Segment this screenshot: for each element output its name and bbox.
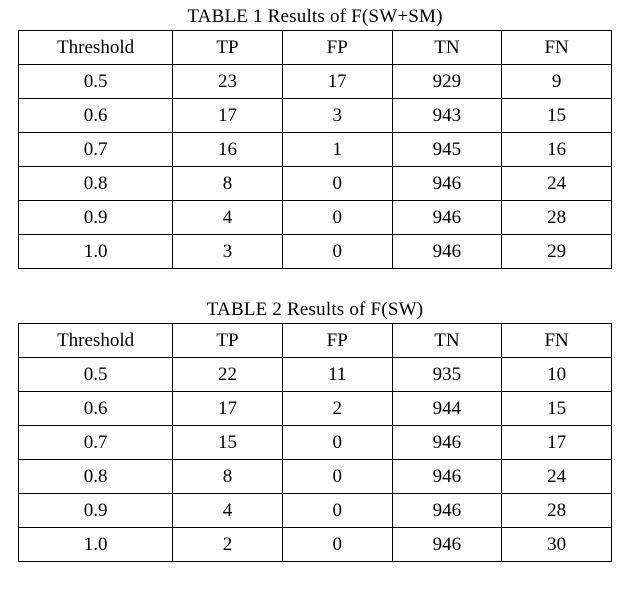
cell-fp: 0 [282,528,392,562]
table-row: 1.0 3 0 946 29 [19,235,612,269]
col-header-tn: TN [392,324,502,358]
col-header-fn: FN [502,324,612,358]
cell-fn: 28 [502,494,612,528]
cell-fn: 15 [502,99,612,133]
cell-tp: 4 [173,494,283,528]
cell-tp: 3 [173,235,283,269]
cell-threshold: 0.5 [19,65,173,99]
table-row: Threshold TP FP TN FN [19,324,612,358]
cell-tp: 15 [173,426,283,460]
cell-threshold: 1.0 [19,528,173,562]
cell-threshold: 0.8 [19,460,173,494]
cell-fp: 0 [282,235,392,269]
table-2: Threshold TP FP TN FN 0.5 22 11 935 10 0… [18,323,612,562]
cell-fn: 28 [502,201,612,235]
cell-fp: 2 [282,392,392,426]
cell-tn: 946 [392,426,502,460]
cell-tn: 946 [392,201,502,235]
col-header-tn: TN [392,31,502,65]
col-header-fp: FP [282,31,392,65]
cell-threshold: 0.6 [19,392,173,426]
cell-tp: 17 [173,392,283,426]
table-row: 0.6 17 3 943 15 [19,99,612,133]
table-row: 0.8 8 0 946 24 [19,167,612,201]
cell-tp: 16 [173,133,283,167]
col-header-tp: TP [173,324,283,358]
cell-fp: 0 [282,426,392,460]
cell-tn: 944 [392,392,502,426]
cell-fp: 1 [282,133,392,167]
cell-fn: 17 [502,426,612,460]
cell-fn: 24 [502,167,612,201]
cell-fp: 17 [282,65,392,99]
cell-threshold: 0.9 [19,201,173,235]
table-row: 0.9 4 0 946 28 [19,494,612,528]
cell-tp: 2 [173,528,283,562]
table-row: 1.0 2 0 946 30 [19,528,612,562]
cell-fp: 0 [282,460,392,494]
cell-threshold: 0.6 [19,99,173,133]
cell-fn: 24 [502,460,612,494]
cell-tp: 8 [173,460,283,494]
cell-tp: 8 [173,167,283,201]
cell-fp: 0 [282,201,392,235]
cell-threshold: 1.0 [19,235,173,269]
cell-tn: 945 [392,133,502,167]
table-row: Threshold TP FP TN FN [19,31,612,65]
cell-fn: 30 [502,528,612,562]
cell-fn: 10 [502,358,612,392]
col-header-fn: FN [502,31,612,65]
table-1-caption: TABLE 1 Results of F(SW+SM) [18,6,612,28]
table-row: 0.7 16 1 945 16 [19,133,612,167]
col-header-fp: FP [282,324,392,358]
cell-tp: 4 [173,201,283,235]
table-1: Threshold TP FP TN FN 0.5 23 17 929 9 0.… [18,30,612,269]
cell-tn: 935 [392,358,502,392]
table-row: 0.5 22 11 935 10 [19,358,612,392]
cell-tp: 22 [173,358,283,392]
cell-tp: 23 [173,65,283,99]
cell-fp: 3 [282,99,392,133]
cell-tn: 946 [392,167,502,201]
table-row: 0.7 15 0 946 17 [19,426,612,460]
table-row: 0.9 4 0 946 28 [19,201,612,235]
table-row: 0.5 23 17 929 9 [19,65,612,99]
cell-tn: 946 [392,528,502,562]
cell-tn: 946 [392,494,502,528]
col-header-threshold: Threshold [19,324,173,358]
cell-fn: 29 [502,235,612,269]
col-header-threshold: Threshold [19,31,173,65]
cell-tn: 946 [392,235,502,269]
cell-threshold: 0.9 [19,494,173,528]
cell-fp: 0 [282,494,392,528]
cell-fn: 15 [502,392,612,426]
cell-tn: 929 [392,65,502,99]
table-2-caption: TABLE 2 Results of F(SW) [18,299,612,321]
cell-threshold: 0.8 [19,167,173,201]
cell-fp: 0 [282,167,392,201]
cell-tn: 943 [392,99,502,133]
cell-fp: 11 [282,358,392,392]
table-row: 0.8 8 0 946 24 [19,460,612,494]
cell-fn: 9 [502,65,612,99]
table-row: 0.6 17 2 944 15 [19,392,612,426]
cell-tn: 946 [392,460,502,494]
cell-threshold: 0.7 [19,133,173,167]
cell-tp: 17 [173,99,283,133]
cell-threshold: 0.7 [19,426,173,460]
cell-threshold: 0.5 [19,358,173,392]
cell-fn: 16 [502,133,612,167]
col-header-tp: TP [173,31,283,65]
